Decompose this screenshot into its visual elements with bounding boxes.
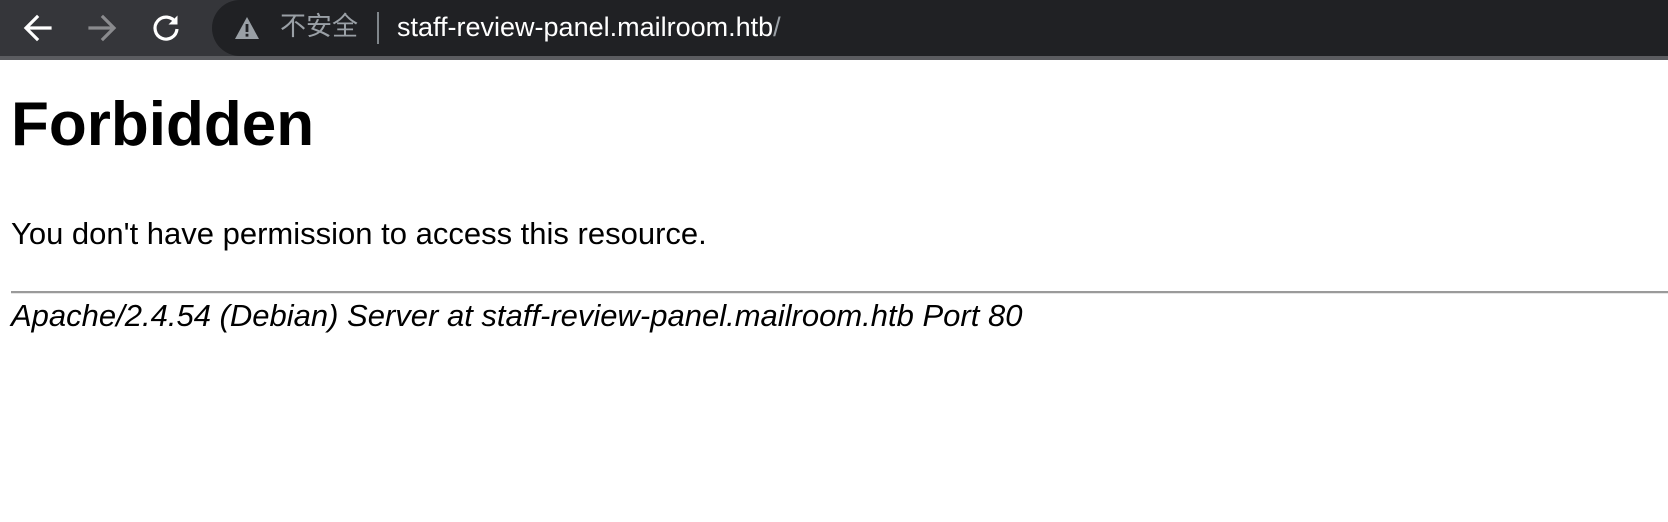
page-title: Forbidden <box>11 90 315 159</box>
warning-triangle-icon[interactable] <box>234 16 260 40</box>
browser-toolbar: 不安全 staff-review-panel.mailroom.htb/ <box>0 0 1668 60</box>
url-host: staff-review-panel.mailroom.htb <box>397 12 774 42</box>
security-status-label[interactable]: 不安全 <box>280 11 358 43</box>
arrow-left-icon <box>23 13 53 43</box>
server-signature: Apache/2.4.54 (Debian) Server at staff-r… <box>11 298 1023 333</box>
url-text[interactable]: staff-review-panel.mailroom.htb/ <box>397 11 781 43</box>
reload-icon <box>151 13 181 43</box>
error-message: You don't have permission to access this… <box>11 216 707 251</box>
url-path: / <box>773 12 781 42</box>
reload-button[interactable] <box>146 8 186 48</box>
forward-button[interactable] <box>82 8 122 48</box>
address-divider <box>377 12 379 44</box>
back-button[interactable] <box>18 8 58 48</box>
address-bar[interactable]: 不安全 staff-review-panel.mailroom.htb/ <box>212 0 1668 56</box>
page-content: Forbidden You don't have permission to a… <box>0 64 1668 522</box>
horizontal-rule <box>11 291 1668 294</box>
arrow-right-icon <box>87 13 117 43</box>
